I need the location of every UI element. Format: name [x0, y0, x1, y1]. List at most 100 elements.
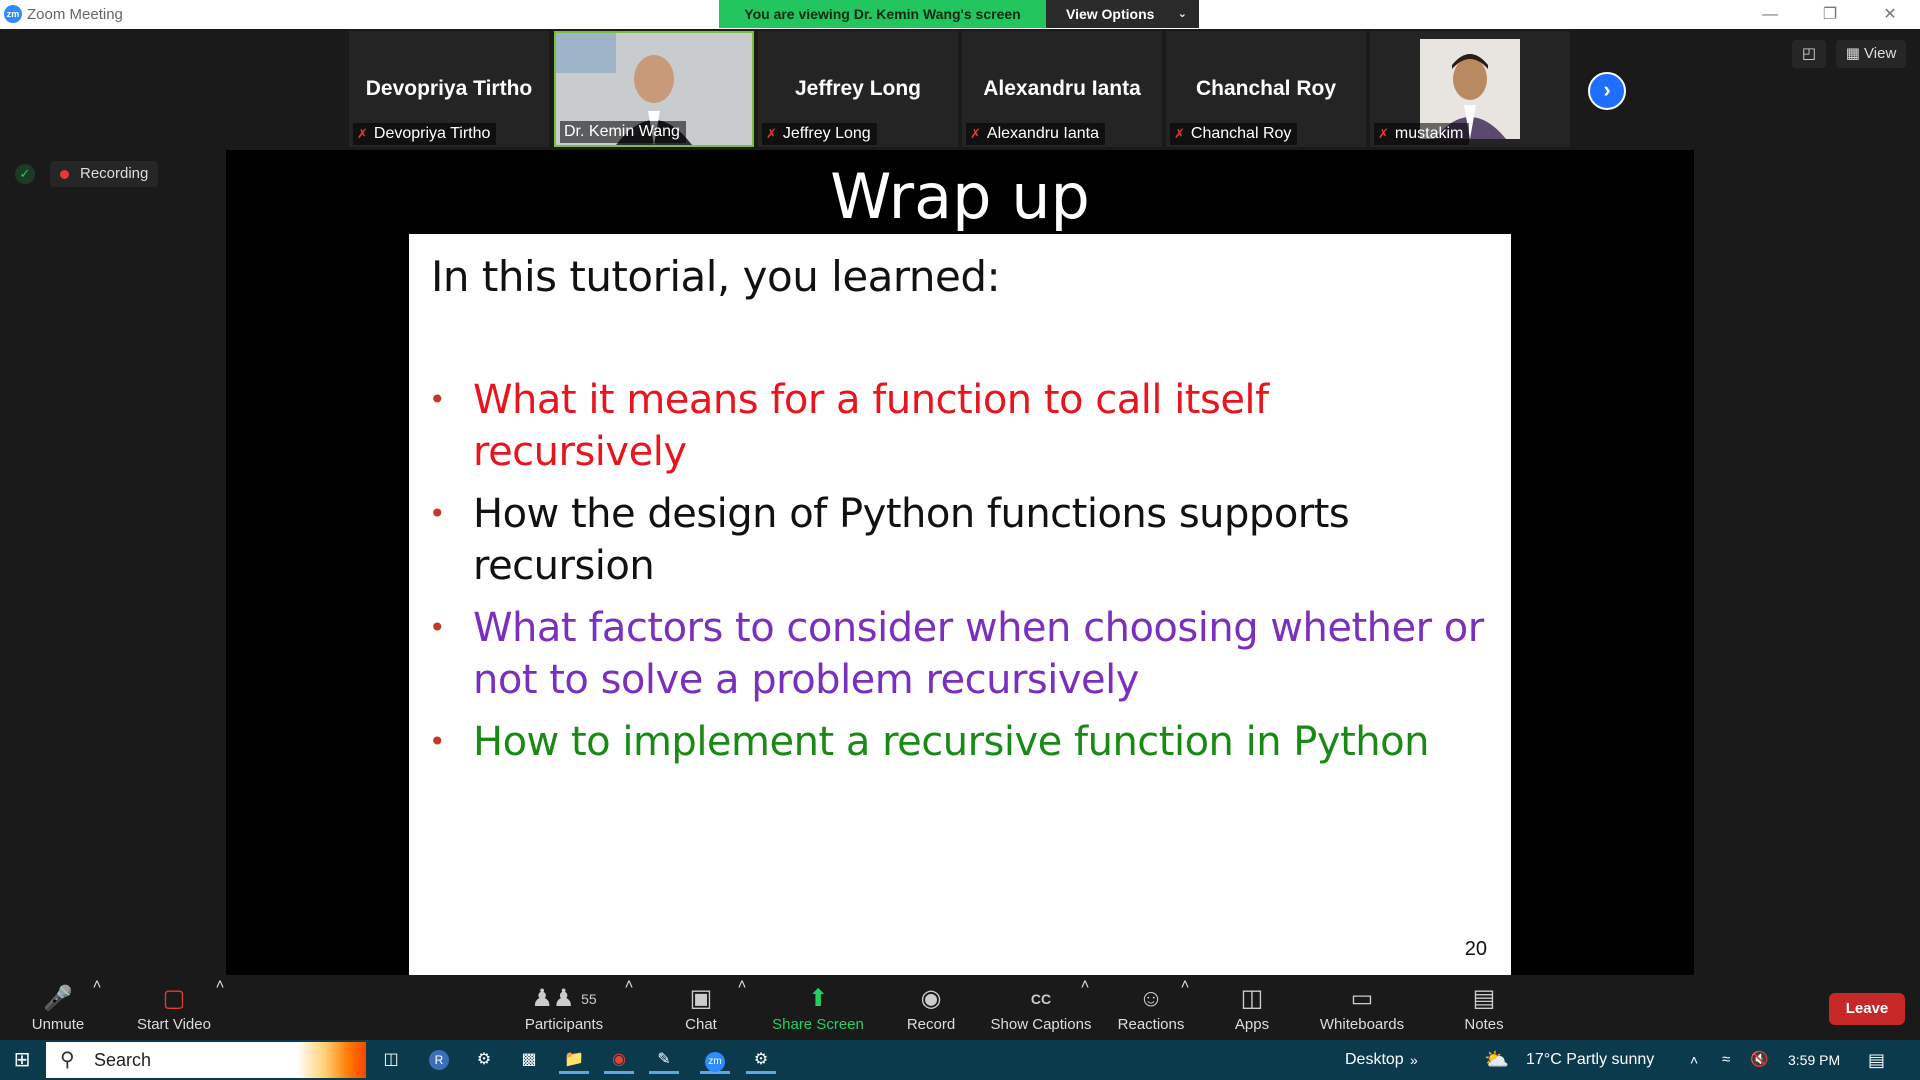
participant-tile[interactable]: Alexandru Ianta ✗ Alexandru Ianta — [962, 31, 1162, 147]
slide-bullet-list: • What it means for a function to call it… — [429, 374, 1489, 778]
wifi-icon[interactable]: ≈ — [1722, 1040, 1730, 1080]
participants-caret-icon[interactable]: ˄ — [622, 976, 636, 1040]
view-options-button[interactable]: View Options ⌄ — [1046, 0, 1199, 28]
next-page-arrow-icon[interactable]: › — [1588, 72, 1626, 110]
show-hidden-icons-chevron-icon[interactable]: ˄ — [1690, 1040, 1698, 1080]
reactions-button[interactable]: ☺ Reactions — [1114, 976, 1188, 1040]
search-placeholder: Search — [94, 1050, 152, 1070]
slide-bullet: • What it means for a function to call it… — [429, 374, 1489, 478]
participant-name: Dr. Kemin Wang — [564, 123, 680, 140]
bullet-text: How the design of Python functions suppo… — [473, 491, 1350, 589]
participants-icon-group: ♟♟ 55 — [516, 982, 612, 1016]
chat-caret-icon[interactable]: ˄ — [735, 976, 749, 1040]
reactions-caret-icon[interactable]: ˄ — [1178, 976, 1192, 1040]
task-view-icon[interactable]: ◫ — [376, 1046, 406, 1074]
windows-start-icon[interactable]: ⊞ — [0, 1040, 44, 1080]
record-label: Record — [906, 1016, 956, 1033]
slide-bullet: • How to implement a recursive function i… — [429, 716, 1489, 768]
taskbar-search-box[interactable]: ⚲ Search — [46, 1042, 366, 1078]
participant-tile[interactable]: ✗ mustakim — [1370, 31, 1570, 147]
participant-name: Alexandru Ianta — [986, 125, 1099, 142]
participant-name: Chanchal Roy — [1190, 125, 1292, 142]
share-screen-label: Share Screen — [772, 1016, 864, 1033]
participant-tile[interactable]: Chanchal Roy ✗ Chanchal Roy — [1166, 31, 1366, 147]
unmute-label: Unmute — [31, 1016, 85, 1033]
minimize-icon[interactable]: — — [1740, 0, 1800, 29]
participant-tile[interactable]: Jeffrey Long ✗ Jeffrey Long — [758, 31, 958, 147]
record-button[interactable]: ◉ Record — [896, 976, 966, 1040]
bullet-text: How to implement a recursive function in… — [473, 719, 1429, 765]
bullet-dot-icon: • — [429, 497, 446, 530]
weather-icon[interactable]: ⛅ — [1484, 1040, 1509, 1080]
close-icon[interactable]: ✕ — [1860, 0, 1920, 29]
participant-gallery: Devopriya Tirtho ✗ Devopriya Tirtho Dr. K… — [349, 31, 1570, 147]
captions-caret-icon[interactable]: ˄ — [1078, 976, 1092, 1040]
chat-button[interactable]: ▣ Chat — [670, 976, 732, 1040]
bullet-text: What factors to consider when choosing w… — [473, 605, 1484, 703]
notes-icon: ▤ — [1472, 985, 1496, 1012]
meeting-controls-bar: 🎤 Unmute ˄ ▢ Start Video ˄ ♟♟ 55 Partici… — [0, 976, 1920, 1040]
recording-indicator[interactable]: Recording — [50, 161, 158, 187]
record-icon: ◉ — [920, 985, 942, 1012]
notes-button[interactable]: ▤ Notes — [1452, 976, 1516, 1040]
desktop-toolbar-label[interactable]: Desktop — [1345, 1040, 1404, 1080]
title-bar: zm Zoom Meeting You are viewing Dr. Kemi… — [0, 0, 1920, 29]
slide-page-number: 20 — [1464, 938, 1487, 960]
share-screen-button[interactable]: ⬆ Share Screen — [768, 976, 868, 1040]
mic-muted-icon: 🎤 — [43, 985, 73, 1012]
encryption-shield-icon[interactable]: ✓ — [15, 164, 35, 184]
weather-text[interactable]: 17°C Partly sunny — [1526, 1040, 1654, 1080]
participants-count: 55 — [581, 991, 597, 1007]
apps-button[interactable]: ◫ Apps — [1222, 976, 1282, 1040]
immersive-view-icon[interactable]: ◰ — [1792, 40, 1826, 68]
participant-tile[interactable]: Devopriya Tirtho ✗ Devopriya Tirtho — [349, 31, 549, 147]
file-explorer-icon[interactable]: 📁 — [559, 1046, 589, 1074]
volume-muted-icon[interactable]: 🔇 — [1750, 1040, 1769, 1080]
participant-tile-active-speaker[interactable]: Dr. Kemin Wang — [554, 31, 754, 147]
settings-gear-app-icon[interactable]: ⚙ — [469, 1046, 499, 1074]
notes-label: Notes — [1464, 1016, 1504, 1033]
view-label: View — [1864, 45, 1897, 62]
participant-display-name: Chanchal Roy — [1195, 77, 1337, 100]
restore-icon[interactable]: ❐ — [1800, 0, 1860, 29]
windows-taskbar: ⊞ ⚲ Search ◫ R ⚙ ▩ 📁 ◉ ✎ zm ⚙ Desktop » … — [0, 1040, 1920, 1080]
participants-button[interactable]: ♟♟ 55 Participants — [516, 976, 612, 1040]
participant-display-name: Devopriya Tirtho — [365, 77, 533, 100]
participant-name-label: ✗ Chanchal Roy — [1170, 123, 1298, 145]
whiteboards-button[interactable]: ▭ Whiteboards — [1312, 976, 1412, 1040]
participant-name-label: ✗ mustakim — [1374, 123, 1470, 145]
unmute-button[interactable]: 🎤 Unmute — [20, 976, 96, 1040]
bullet-text: What it means for a function to call its… — [473, 377, 1269, 475]
start-video-button[interactable]: ▢ Start Video — [128, 976, 220, 1040]
participant-name-label: ✗ Devopriya Tirtho — [353, 123, 497, 145]
chat-bubble-icon: ▣ — [689, 985, 713, 1012]
notepad-app-icon[interactable]: ✎ — [649, 1046, 679, 1074]
whiteboards-label: Whiteboards — [1319, 1016, 1405, 1033]
leave-button[interactable]: Leave — [1829, 993, 1905, 1025]
audio-options-caret-icon[interactable]: ˄ — [90, 976, 104, 1040]
clock-time[interactable]: 3:59 PM — [1788, 1040, 1840, 1080]
participants-label: Participants — [524, 1016, 604, 1033]
mic-muted-icon: ✗ — [1174, 126, 1185, 141]
slide-title: Wrap up — [830, 160, 1090, 233]
shared-screen: Wrap up In this tutorial, you learned: •… — [226, 150, 1694, 975]
zoom-app-icon[interactable]: zm — [700, 1046, 730, 1074]
toolbar-expand-icon[interactable]: » — [1410, 1040, 1418, 1080]
chat-label: Chat — [685, 1016, 717, 1033]
terminal-app-icon[interactable]: ▩ — [514, 1046, 544, 1074]
settings-gear-app-icon-2[interactable]: ⚙ — [746, 1046, 776, 1074]
participants-icon: ♟♟ — [531, 985, 575, 1012]
r-app-icon[interactable]: R — [424, 1046, 454, 1074]
video-options-caret-icon[interactable]: ˄ — [213, 976, 227, 1040]
notifications-icon[interactable]: ▤ — [1868, 1040, 1885, 1080]
grid-icon: ▦ — [1845, 45, 1860, 62]
video-off-icon: ▢ — [162, 985, 186, 1012]
chrome-browser-icon[interactable]: ◉ — [604, 1046, 634, 1074]
participant-name: mustakim — [1394, 125, 1464, 142]
view-button[interactable]: ▦ View — [1836, 40, 1906, 68]
participant-name-label: ✗ Alexandru Ianta — [966, 123, 1105, 145]
reactions-label: Reactions — [1117, 1016, 1185, 1033]
mic-muted-icon: ✗ — [1378, 126, 1389, 141]
mic-muted-icon: ✗ — [766, 126, 777, 141]
participant-name-label: ✗ Jeffrey Long — [762, 123, 877, 145]
